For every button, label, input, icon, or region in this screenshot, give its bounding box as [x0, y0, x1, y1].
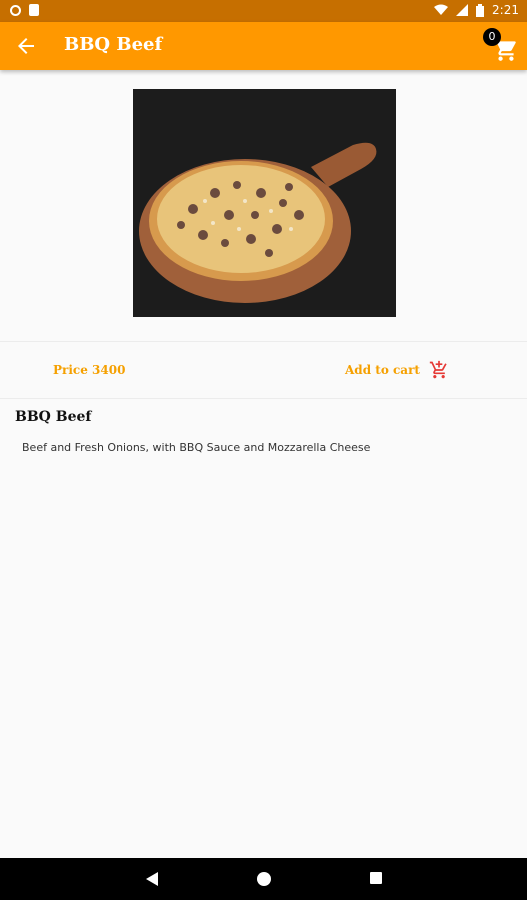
add-to-cart-icon[interactable] [429, 360, 449, 380]
price-label: Price 3400 [53, 363, 126, 377]
price-bar: Price 3400 Add to cart [0, 341, 527, 399]
page-title: BBQ Beef [64, 34, 163, 55]
battery-icon [476, 3, 485, 17]
notification-icon [10, 4, 21, 16]
nav-home-icon[interactable] [257, 872, 271, 886]
product-name: BBQ Beef [15, 409, 92, 425]
sd-card-icon [29, 4, 39, 16]
app-bar: BBQ Beef 0 [0, 22, 527, 70]
nav-back-icon[interactable] [144, 871, 160, 887]
back-arrow-icon[interactable] [14, 34, 38, 58]
cart-button[interactable]: 0 [483, 28, 521, 64]
add-to-cart-button[interactable]: Add to cart [345, 363, 420, 377]
product-description: Beef and Fresh Onions, with BBQ Sauce an… [22, 441, 371, 454]
status-bar: 2:21 [0, 0, 527, 22]
nav-recent-apps-icon[interactable] [370, 872, 382, 884]
product-image [133, 89, 396, 317]
status-time: 2:21 [492, 3, 519, 17]
system-nav-bar [0, 858, 527, 900]
signal-icon [456, 4, 469, 16]
cart-count-badge: 0 [483, 28, 501, 46]
wifi-icon [434, 4, 449, 15]
